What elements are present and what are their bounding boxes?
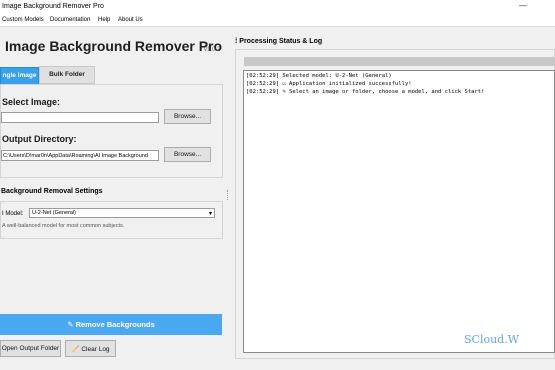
model-select-value: U-2-Net (General) xyxy=(32,210,77,216)
tab-single-image[interactable]: ngle Image xyxy=(0,67,39,85)
menu-custom-models[interactable]: Custom Models xyxy=(2,17,44,23)
progress-bar xyxy=(244,57,555,66)
panel-splitter[interactable] xyxy=(227,190,230,200)
version-label: v1.0.2 xyxy=(204,47,221,53)
log-text-area[interactable]: [02:52:29] Selected model: U-2-Net (Gene… xyxy=(243,70,555,353)
menu-about-us[interactable]: About Us xyxy=(118,17,143,23)
watermark: SCloud.W xyxy=(464,333,520,346)
browse-output-button[interactable]: Browse... xyxy=(164,147,211,162)
app-title: Image Background Remover Pro xyxy=(5,38,223,54)
minimize-button[interactable]: — xyxy=(519,1,527,10)
settings-heading: Background Removal Settings xyxy=(1,188,103,195)
image-path-input[interactable] xyxy=(1,112,159,123)
open-output-folder-button[interactable]: Open Output Folder xyxy=(0,340,61,357)
log-line: [02:52:29] Selected model: U-2-Net (Gene… xyxy=(246,73,392,79)
settings-box: I Model: U-2-Net (General) ▾ A well-bala… xyxy=(0,201,223,239)
brush-icon: ✎ xyxy=(67,320,76,329)
output-directory-label: Output Directory: xyxy=(2,134,77,144)
dropdown-arrow-icon: ▾ xyxy=(208,211,212,217)
model-label: I Model: xyxy=(2,211,24,217)
clear-icon: 🧹 xyxy=(71,346,80,353)
window-title: Image Background Remover Pro xyxy=(2,3,104,10)
log-line: [02:52:29] ✎ Select an image or folder, … xyxy=(246,89,485,95)
log-title: ⁞ Processing Status & Log xyxy=(235,38,322,45)
remove-backgrounds-button[interactable]: ✎ Remove Backgrounds xyxy=(0,314,222,335)
tab-bulk-folder[interactable]: Bulk Folder xyxy=(39,66,95,84)
log-line: [02:52:29] ☑ Application initialized suc… xyxy=(246,81,412,87)
clear-log-label: Clear Log xyxy=(81,346,110,353)
model-select[interactable]: U-2-Net (General) ▾ xyxy=(29,208,215,218)
menu-help[interactable]: Help xyxy=(98,17,110,23)
title-bar: Image Background Remover Pro — xyxy=(0,0,555,15)
output-directory-input[interactable]: C:\Users\D!mar0n\AppData\Roaming\AI Imag… xyxy=(1,150,159,161)
clear-log-button[interactable]: 🧹 Clear Log xyxy=(65,340,116,357)
menu-documentation[interactable]: Documentation xyxy=(50,17,90,23)
remove-button-label: Remove Backgrounds xyxy=(75,320,155,329)
app-window: Image Background Remover Pro — Custom Mo… xyxy=(0,0,555,370)
browse-image-button[interactable]: Browse... xyxy=(164,109,211,124)
model-description: A well-balanced model for most common su… xyxy=(2,223,125,229)
single-image-panel: Select Image: Browse... Output Directory… xyxy=(0,84,223,178)
log-title-text: Processing Status & Log xyxy=(239,38,323,45)
settings-section: Background Removal Settings I Model: U-2… xyxy=(0,185,223,240)
menu-bar: Custom Models Documentation Help About U… xyxy=(0,15,555,27)
select-image-label: Select Image: xyxy=(2,97,61,107)
